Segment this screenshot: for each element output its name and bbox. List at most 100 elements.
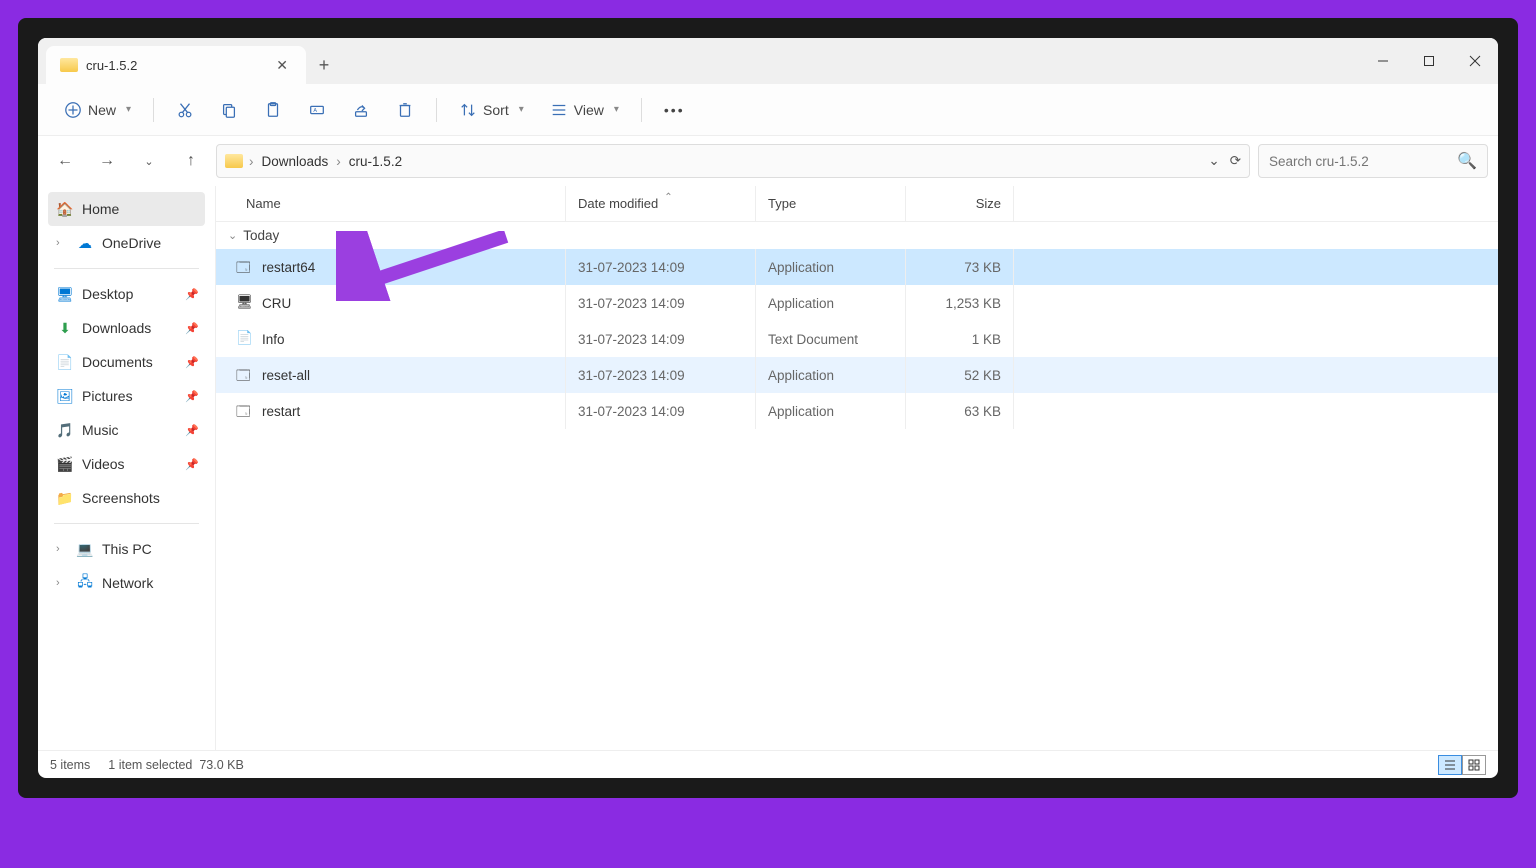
status-bar: 5 items 1 item selected 73.0 KB [38, 750, 1498, 778]
svg-text:A: A [313, 107, 317, 113]
file-icon: 🗔 [236, 402, 254, 420]
network-icon: 🖧 [76, 574, 94, 592]
file-list-area: Name Date modified⌃ Type Size ⌄ Today 🗔r… [216, 186, 1498, 750]
file-row[interactable]: 📄Info31-07-2023 14:09Text Document1 KB [216, 321, 1498, 357]
new-tab-button[interactable]: + [306, 46, 342, 84]
sidebar-item-desktop[interactable]: 🖥 Desktop 📌 [48, 277, 205, 311]
file-name: reset-all [262, 368, 310, 383]
sidebar-item-pictures[interactable]: 🖼 Pictures 📌 [48, 379, 205, 413]
search-input[interactable] [1269, 154, 1457, 169]
file-row[interactable]: 🖥CRU31-07-2023 14:09Application1,253 KB [216, 285, 1498, 321]
close-button[interactable] [1452, 38, 1498, 84]
file-icon: 🗔 [236, 258, 254, 276]
view-button[interactable]: View▾ [540, 93, 629, 127]
desktop-icon: 🖥 [56, 285, 74, 303]
folder-icon [225, 154, 243, 168]
column-date[interactable]: Date modified⌃ [566, 186, 756, 221]
file-type: Application [756, 285, 906, 321]
chevron-right-icon: › [56, 543, 68, 555]
file-date: 31-07-2023 14:09 [566, 285, 756, 321]
breadcrumb[interactable]: › Downloads › cru-1.5.2 ⌄ ⟳ [216, 144, 1250, 178]
videos-icon: 🎬 [56, 455, 74, 473]
file-type: Application [756, 249, 906, 285]
back-button[interactable]: ← [48, 144, 82, 178]
chevron-down-icon: ▾ [614, 104, 619, 115]
file-date: 31-07-2023 14:09 [566, 357, 756, 393]
file-date: 31-07-2023 14:09 [566, 249, 756, 285]
folder-icon [60, 58, 78, 72]
more-button[interactable]: ••• [654, 93, 695, 127]
chevron-right-icon: › [56, 577, 68, 589]
pc-icon: 💻 [76, 540, 94, 558]
refresh-icon[interactable]: ⟳ [1230, 153, 1241, 169]
breadcrumb-item[interactable]: cru-1.5.2 [345, 152, 406, 171]
cloud-icon: ☁ [76, 234, 94, 252]
pin-icon: 📌 [185, 424, 197, 437]
column-size[interactable]: Size [906, 186, 1014, 221]
chevron-down-icon: ⌄ [228, 229, 237, 242]
view-icons-button[interactable] [1462, 755, 1486, 775]
sidebar-item-videos[interactable]: 🎬 Videos 📌 [48, 447, 205, 481]
copy-button[interactable] [210, 93, 248, 127]
music-icon: 🎵 [56, 421, 74, 439]
pin-icon: 📌 [185, 288, 197, 301]
column-type[interactable]: Type [756, 186, 906, 221]
view-details-button[interactable] [1438, 755, 1462, 775]
sidebar-item-network[interactable]: › 🖧 Network [48, 566, 205, 600]
download-icon: ⬇ [56, 319, 74, 337]
column-headers: Name Date modified⌃ Type Size [216, 186, 1498, 222]
sort-button[interactable]: Sort▾ [449, 93, 534, 127]
address-bar-row: ← → ⌄ ↑ › Downloads › cru-1.5.2 ⌄ ⟳ 🔍 [38, 136, 1498, 186]
delete-button[interactable] [386, 93, 424, 127]
file-icon: 📄 [236, 330, 254, 348]
search-box[interactable]: 🔍 [1258, 144, 1488, 178]
search-icon[interactable]: 🔍 [1457, 151, 1477, 171]
chevron-right-icon: › [56, 237, 68, 249]
sidebar-item-home[interactable]: 🏠 Home [48, 192, 205, 226]
file-row[interactable]: 🗔restart6431-07-2023 14:09Application73 … [216, 249, 1498, 285]
sidebar-item-documents[interactable]: 📄 Documents 📌 [48, 345, 205, 379]
maximize-button[interactable] [1406, 38, 1452, 84]
status-selected: 1 item selected 73.0 KB [108, 758, 244, 772]
folder-icon: 📁 [56, 489, 74, 507]
new-button[interactable]: New▾ [54, 93, 141, 127]
up-button[interactable]: ↑ [174, 144, 208, 178]
paste-button[interactable] [254, 93, 292, 127]
column-name[interactable]: Name [216, 186, 566, 221]
recent-button[interactable]: ⌄ [132, 144, 166, 178]
tab-current[interactable]: cru-1.5.2 ✕ [46, 46, 306, 84]
sidebar-item-thispc[interactable]: › 💻 This PC [48, 532, 205, 566]
rename-button[interactable]: A [298, 93, 336, 127]
chevron-down-icon[interactable]: ⌄ [1208, 153, 1219, 169]
tab-close-icon[interactable]: ✕ [272, 53, 292, 78]
sidebar-item-downloads[interactable]: ⬇ Downloads 📌 [48, 311, 205, 345]
sidebar-item-screenshots[interactable]: 📁 Screenshots [48, 481, 205, 515]
file-row[interactable]: 🗔 restart 31-07-2023 14:09Application63 KB [216, 393, 1498, 429]
pictures-icon: 🖼 [56, 387, 74, 405]
file-size: 52 KB [906, 357, 1014, 393]
minimize-button[interactable] [1360, 38, 1406, 84]
forward-button[interactable]: → [90, 144, 124, 178]
chevron-down-icon: ▾ [519, 104, 524, 115]
sidebar-item-music[interactable]: 🎵 Music 📌 [48, 413, 205, 447]
share-button[interactable] [342, 93, 380, 127]
file-type: Application [756, 393, 906, 429]
pin-icon: 📌 [185, 356, 197, 369]
file-icon: 🗔 [236, 366, 254, 384]
sidebar-item-onedrive[interactable]: › ☁ OneDrive [48, 226, 205, 260]
file-size: 1 KB [906, 321, 1014, 357]
file-date: 31-07-2023 14:09 [566, 393, 756, 429]
file-row[interactable]: 🗔reset-all31-07-2023 14:09Application52 … [216, 357, 1498, 393]
file-name: restart [262, 404, 300, 419]
file-date: 31-07-2023 14:09 [566, 321, 756, 357]
pin-icon: 📌 [185, 458, 197, 471]
group-header[interactable]: ⌄ Today [216, 222, 1498, 249]
sidebar: 🏠 Home › ☁ OneDrive 🖥 Desktop 📌 ⬇ Downlo… [38, 186, 216, 750]
file-size: 73 KB [906, 249, 1014, 285]
breadcrumb-item[interactable]: Downloads [258, 152, 333, 171]
file-size: 63 KB [906, 393, 1014, 429]
file-size: 1,253 KB [906, 285, 1014, 321]
file-explorer-window: cru-1.5.2 ✕ + New▾ A Sort▾ View▾ [38, 38, 1498, 778]
cut-button[interactable] [166, 93, 204, 127]
pin-icon: 📌 [185, 322, 197, 335]
